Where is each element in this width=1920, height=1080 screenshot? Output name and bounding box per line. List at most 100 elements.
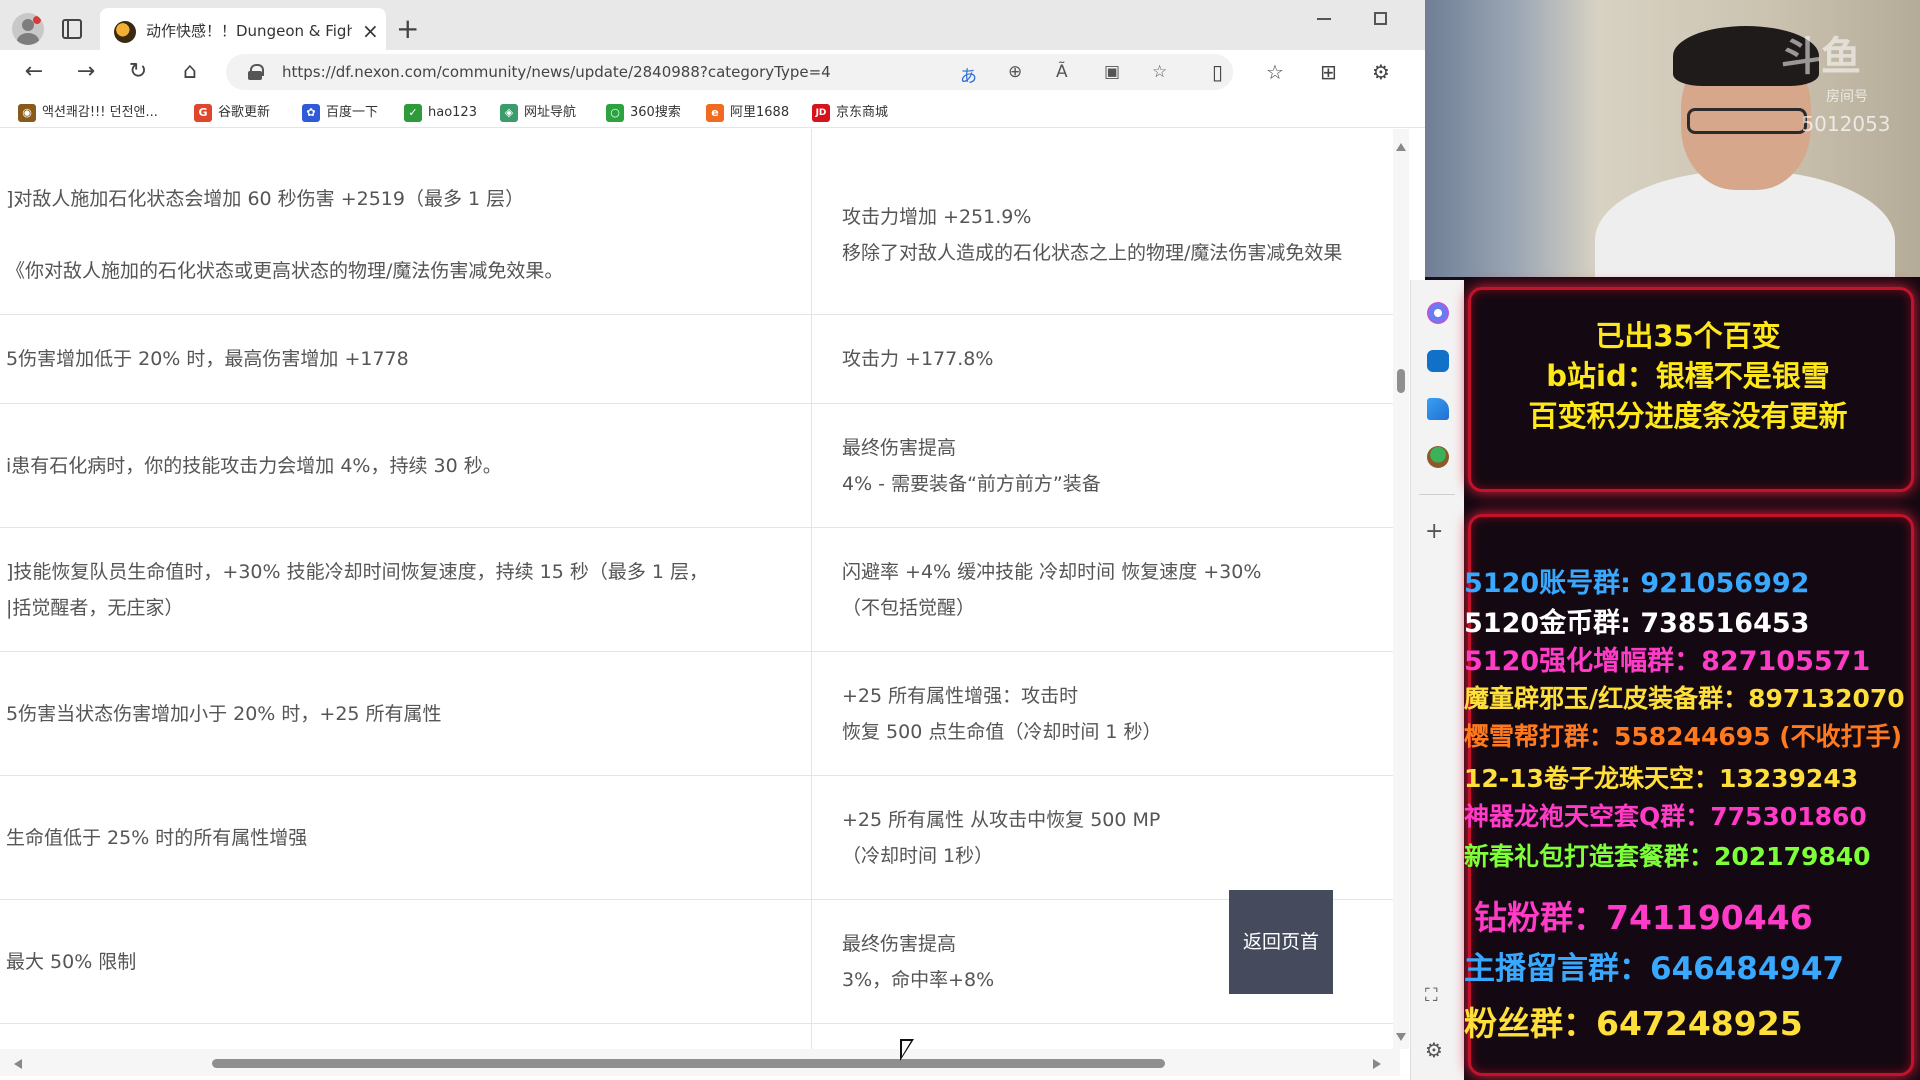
home-button[interactable]: ⌂ (174, 56, 206, 88)
send-icon[interactable] (1427, 398, 1449, 420)
bookmark-label: 액션쾌감!!! 던전앤... (42, 105, 158, 120)
bookmark-favicon-icon: JD (812, 104, 830, 122)
bookmark-favicon-icon: ✿ (302, 104, 320, 122)
dnf-favicon-icon (114, 21, 136, 43)
split-screen-icon[interactable]: ▯ (1212, 60, 1223, 84)
table-row: 5伤害当状态伤害增加小于 20% 时，+25 所有属性 +25 所有属性增强：攻… (0, 652, 1393, 776)
table-cell-left: 最大 50% 限制 (6, 951, 137, 973)
group-line: 5120金币群: 738516453 (1464, 608, 1810, 639)
bookmark-item[interactable]: G 谷歌更新 (194, 102, 270, 124)
window-maximize-icon[interactable] (1374, 12, 1387, 25)
bookmarks-bar: ◉ 액션쾌감!!! 던전앤... G 谷歌更新 ✿ 百度一下 ✓ hao123 ◈ 网址导… (0, 98, 1425, 128)
table-cell-right: +25 所有属性增强：攻击时 (842, 685, 1079, 707)
sidebar-settings-icon[interactable]: ⚙ (1425, 1038, 1443, 1062)
screen: 动作快感！！Dungeon & Fighter × + ← → ↻ ⌂ http… (0, 0, 1920, 1080)
extensions-icon[interactable]: ⚙ (1372, 60, 1390, 84)
table-row: 5伤害增加低于 20% 时，最高伤害增加 +1778 攻击力 +177.8% (0, 315, 1393, 404)
outlook-icon[interactable] (1427, 350, 1449, 372)
page-content: ]对敌人施加石化状态会增加 60 秒伤害 +2519（最多 1 层） 《你对敌人… (0, 129, 1400, 1049)
table-cell-left: 生命值低于 25% 时的所有属性增强 (6, 827, 308, 849)
group-line: 樱雪帮打群：558244695 (不收打手) (1464, 722, 1903, 751)
table-row: ]技能恢复队员生命值时，+30% 技能冷却时间恢复速度，持续 15 秒（最多 1… (0, 528, 1393, 652)
horizontal-scroll-thumb[interactable] (212, 1059, 1165, 1068)
notice-line: b站id：银樰不是银雪 (1546, 359, 1830, 393)
read-aloud-icon[interactable]: Ã (1056, 62, 1068, 82)
bookmark-label: 谷歌更新 (218, 105, 271, 120)
table-row: ]对敌人施加石化状态会增加 60 秒伤害 +2519（最多 1 层） 《你对敌人… (0, 129, 1393, 315)
profile-avatar-icon[interactable] (12, 13, 44, 45)
collections-icon[interactable]: ⊞ (1320, 60, 1337, 84)
table-cell-left: i患有石化病时，你的技能攻击力会增加 4%，持续 30 秒。 (6, 455, 502, 477)
table-cell-left: |括觉醒者，无庄家） (6, 597, 184, 619)
group-line: 5120账号群: 921056992 (1464, 568, 1810, 599)
bookmark-item[interactable]: JD 京东商城 (812, 102, 888, 124)
table-cell-right: 移除了对敌人造成的石化状态之上的物理/魔法伤害减免效果 (842, 242, 1343, 264)
back-to-top-button[interactable]: 返回页首 (1229, 890, 1333, 994)
favorite-star-icon[interactable]: ☆ (1152, 62, 1167, 82)
immersive-reader-icon[interactable]: ▣ (1104, 62, 1120, 82)
navigation-bar: ← → ↻ ⌂ https://df.nexon.com/community/n… (0, 50, 1425, 94)
bookmark-item[interactable]: ○ 360搜索 (606, 102, 681, 124)
table-cell-left: ]技能恢复队员生命值时，+30% 技能冷却时间恢复速度，持续 15 秒（最多 1… (6, 561, 709, 583)
group-line: 魔童辟邪玉/红皮装备群：897132070 (1464, 684, 1905, 713)
lock-icon[interactable] (248, 64, 264, 80)
browser-window: 动作快感！！Dungeon & Fighter × + ← → ↻ ⌂ http… (0, 0, 1425, 1080)
translate-icon[interactable]: あ (960, 62, 977, 87)
new-tab-button[interactable]: + (396, 14, 419, 44)
table-row: 生命值低于 25% 时的所有属性增强 +25 所有属性 从攻击中恢复 500 M… (0, 776, 1393, 900)
bookmark-item[interactable]: ◉ 액션쾌감!!! 던전앤... (18, 102, 158, 124)
bookmark-label: 百度一下 (326, 105, 379, 120)
screenshot-icon[interactable]: ⛶ (1425, 984, 1438, 1008)
sidebar-add-icon[interactable]: + (1425, 520, 1443, 544)
tab-close-icon[interactable]: × (362, 20, 379, 42)
bookmark-item[interactable]: ✓ hao123 (404, 102, 477, 124)
scroll-down-arrow-icon[interactable] (1396, 1033, 1406, 1041)
scroll-left-arrow-icon[interactable] (14, 1059, 22, 1069)
scroll-up-arrow-icon[interactable] (1396, 143, 1406, 151)
douyu-logo: 斗鱼 (1781, 34, 1861, 80)
address-url[interactable]: https://df.nexon.com/community/news/upda… (282, 63, 831, 81)
table-row: i患有石化病时，你的技能攻击力会增加 4%，持续 30 秒。 最终伤害提高 4%… (0, 404, 1393, 528)
bookmark-item[interactable]: ◈ 网址导航 (500, 102, 576, 124)
bookmark-favicon-icon: ◉ (18, 104, 36, 122)
scroll-right-arrow-icon[interactable] (1373, 1059, 1381, 1069)
copilot-icon[interactable] (1427, 302, 1449, 324)
notice-line: 百变积分进度条没有更新 (1528, 399, 1848, 433)
webcam-feed: 斗鱼 房间号 5012053 (1425, 0, 1920, 277)
vertical-scroll-thumb[interactable] (1397, 369, 1405, 393)
bookmark-item[interactable]: ✿ 百度一下 (302, 102, 378, 124)
address-bar[interactable]: https://df.nexon.com/community/news/upda… (226, 54, 1233, 90)
room-id: 5012053 (1801, 112, 1891, 136)
tree-icon[interactable] (1427, 446, 1449, 468)
edge-sidebar: + ⛶ ⚙ (1410, 280, 1464, 1080)
table-cell-left: ]对敌人施加石化状态会增加 60 秒伤害 +2519（最多 1 层） (6, 188, 525, 210)
back-button[interactable]: ← (18, 56, 50, 88)
bookmark-label: hao123 (428, 105, 477, 120)
table-cell-left: 《你对敌人施加的石化状态或更高状态的物理/魔法伤害减免效果。 (6, 260, 564, 282)
forward-button[interactable]: → (70, 56, 102, 88)
tab-actions-icon[interactable] (62, 19, 82, 39)
table-cell-right: （不包括觉醒） (842, 597, 976, 619)
reload-button[interactable]: ↻ (122, 56, 154, 88)
group-line: 神器龙袍天空套Q群：775301860 (1464, 802, 1867, 831)
table-cell-right: （冷却时间 1秒） (842, 845, 994, 867)
vertical-scrollbar[interactable] (1393, 129, 1409, 1049)
tab-title: 动作快感！！Dungeon & Fighter (146, 22, 352, 40)
bookmark-item[interactable]: e 阿里1688 (706, 102, 789, 124)
window-minimize-icon[interactable] (1317, 18, 1331, 20)
horizontal-scrollbar[interactable] (0, 1049, 1400, 1076)
favorites-icon[interactable]: ☆ (1266, 60, 1284, 84)
group-line: 新春礼包打造套餐群：202179840 (1464, 842, 1871, 871)
group-line: 12-13卷子龙珠天空：13239243 (1464, 764, 1859, 793)
table-cell-right: +25 所有属性 从攻击中恢复 500 MP (842, 809, 1161, 831)
table-cell-right: 攻击力增加 +251.9% (842, 206, 1032, 228)
group-line: 粉丝群：647248925 (1464, 1004, 1803, 1043)
group-line: 钻粉群：741190446 (1474, 898, 1813, 937)
mouse-cursor-icon (900, 1039, 914, 1061)
table-cell-left: 5伤害增加低于 20% 时，最高伤害增加 +1778 (6, 348, 409, 370)
zoom-icon[interactable]: ⊕ (1008, 62, 1022, 82)
table-cell-right: 最终伤害提高 (842, 437, 957, 459)
notice-line: 已出35个百变 (1595, 319, 1781, 353)
table-cell-right: 4% - 需要装备“前方前方”装备 (842, 473, 1101, 495)
bookmark-favicon-icon: G (194, 104, 212, 122)
